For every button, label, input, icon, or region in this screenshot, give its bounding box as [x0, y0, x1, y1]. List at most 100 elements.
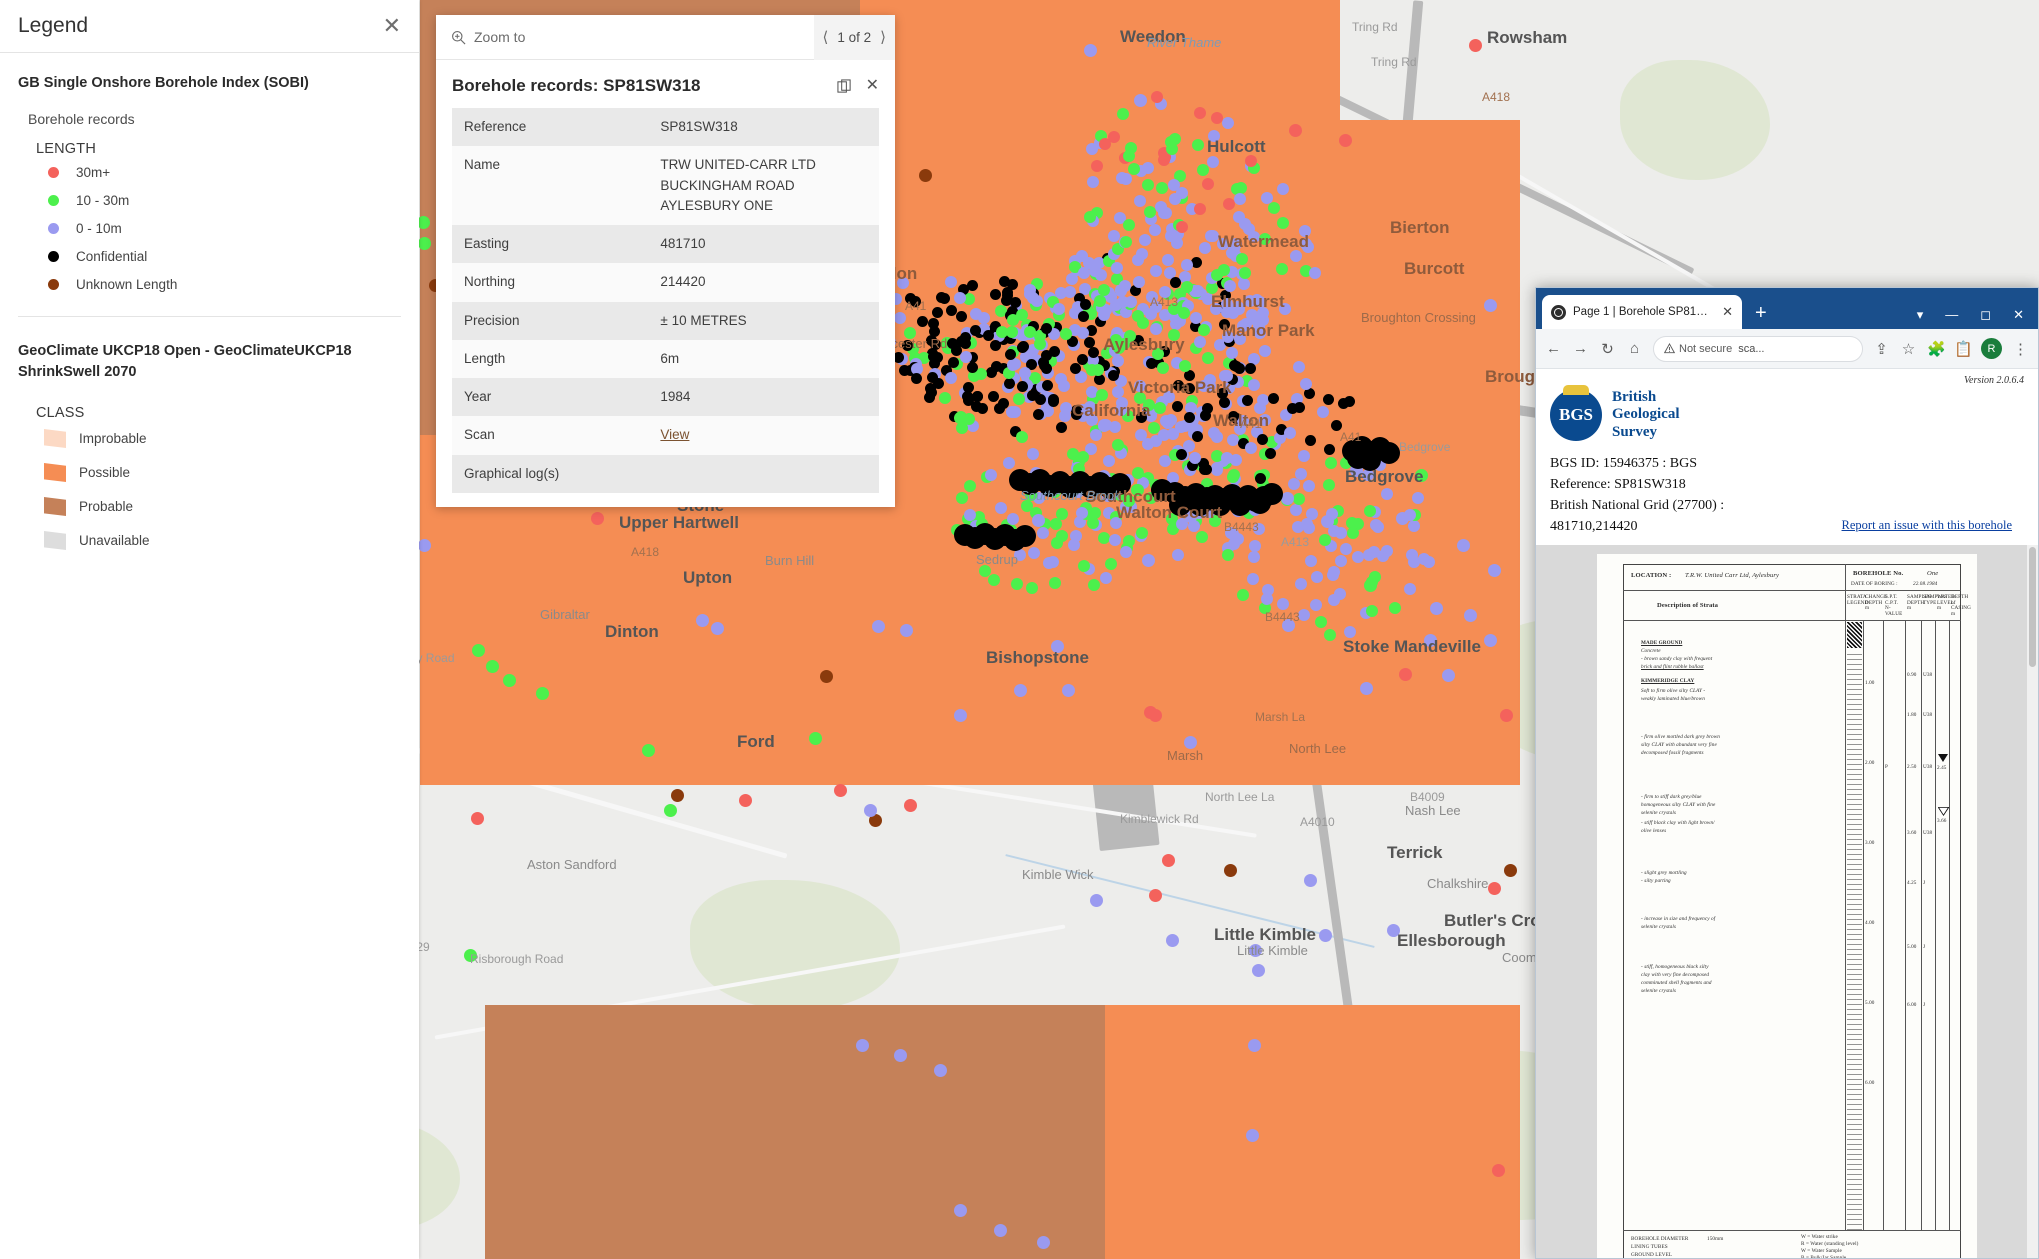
- borehole-point[interactable]: [1251, 963, 1265, 977]
- borehole-point[interactable]: [1303, 873, 1317, 887]
- borehole-point[interactable]: [1156, 361, 1169, 374]
- borehole-point[interactable]: [1245, 154, 1258, 167]
- borehole-point[interactable]: [1247, 1038, 1261, 1052]
- borehole-point[interactable]: [1088, 346, 1100, 358]
- borehole-point[interactable]: [1169, 494, 1191, 516]
- shrinkswell-tile[interactable]: [1105, 1005, 1520, 1259]
- borehole-point[interactable]: [928, 326, 940, 338]
- borehole-point[interactable]: [944, 275, 957, 288]
- borehole-point[interactable]: [485, 659, 499, 673]
- borehole-point[interactable]: [1042, 556, 1055, 569]
- borehole-point[interactable]: [1175, 449, 1187, 461]
- borehole-point[interactable]: [1089, 893, 1103, 907]
- borehole-point[interactable]: [470, 811, 484, 825]
- borehole-point[interactable]: [1178, 359, 1191, 372]
- borehole-point[interactable]: [1124, 295, 1137, 308]
- chevron-left-icon[interactable]: ⟨: [823, 28, 829, 46]
- borehole-point[interactable]: [1347, 447, 1369, 469]
- borehole-point[interactable]: [1054, 373, 1067, 386]
- borehole-point[interactable]: [590, 511, 604, 525]
- borehole-point[interactable]: [1276, 217, 1289, 230]
- borehole-point[interactable]: [1238, 217, 1251, 230]
- borehole-point[interactable]: [1318, 534, 1331, 547]
- borehole-point[interactable]: [1217, 387, 1229, 399]
- scan-viewport[interactable]: LOCATION : T.R.W. United Carr Ltd, Ayles…: [1536, 545, 2038, 1258]
- scrollbar-thumb[interactable]: [2029, 547, 2036, 667]
- borehole-point[interactable]: [955, 310, 967, 322]
- borehole-point[interactable]: [1097, 418, 1110, 431]
- borehole-point[interactable]: [893, 312, 906, 325]
- borehole-point[interactable]: [1483, 633, 1497, 647]
- borehole-point[interactable]: [1205, 282, 1218, 295]
- borehole-point[interactable]: [893, 1048, 907, 1062]
- borehole-point[interactable]: [898, 364, 910, 376]
- borehole-point[interactable]: [948, 357, 959, 369]
- borehole-point[interactable]: [1229, 494, 1251, 516]
- shrinkswell-tile[interactable]: [485, 1005, 1105, 1259]
- plus-icon[interactable]: +: [1755, 303, 1767, 323]
- borehole-point[interactable]: [1169, 192, 1182, 205]
- borehole-point[interactable]: [1143, 398, 1156, 411]
- puzzle-piece-icon[interactable]: 🧩: [1927, 340, 1946, 358]
- borehole-point[interactable]: [1241, 394, 1253, 406]
- borehole-point[interactable]: [936, 291, 948, 303]
- borehole-point[interactable]: [1254, 295, 1267, 308]
- borehole-point[interactable]: [1276, 598, 1289, 611]
- borehole-point[interactable]: [1204, 379, 1217, 392]
- borehole-point[interactable]: [1249, 492, 1271, 514]
- borehole-point[interactable]: [1042, 379, 1054, 391]
- borehole-point[interactable]: [1142, 178, 1155, 191]
- borehole-point[interactable]: [1065, 272, 1078, 285]
- borehole-point[interactable]: [1149, 223, 1162, 236]
- home-icon[interactable]: ⌂: [1626, 340, 1643, 357]
- borehole-point[interactable]: [960, 350, 973, 363]
- borehole-point[interactable]: [1197, 163, 1210, 176]
- borehole-point[interactable]: [1166, 428, 1179, 441]
- borehole-point[interactable]: [1161, 853, 1175, 867]
- borehole-point[interactable]: [1191, 139, 1204, 152]
- minimize-icon[interactable]: —: [1945, 308, 1958, 321]
- borehole-point[interactable]: [1176, 220, 1189, 233]
- borehole-point[interactable]: [1456, 538, 1470, 552]
- borehole-point[interactable]: [1277, 182, 1290, 195]
- borehole-point[interactable]: [1193, 202, 1206, 215]
- borehole-point[interactable]: [953, 1203, 967, 1217]
- borehole-point[interactable]: [1303, 479, 1316, 492]
- borehole-point[interactable]: [1069, 362, 1081, 374]
- borehole-point[interactable]: [1403, 582, 1416, 595]
- borehole-point[interactable]: [1378, 442, 1400, 464]
- borehole-point[interactable]: [911, 372, 923, 384]
- borehole-point[interactable]: [417, 538, 431, 552]
- borehole-point[interactable]: [1248, 540, 1261, 553]
- borehole-point[interactable]: [1198, 242, 1211, 255]
- borehole-point[interactable]: [1276, 262, 1289, 275]
- borehole-point[interactable]: [1006, 513, 1019, 526]
- borehole-point[interactable]: [1298, 449, 1311, 462]
- scan-scrollbar[interactable]: [2027, 545, 2038, 1258]
- borehole-point[interactable]: [1122, 218, 1135, 231]
- borehole-point[interactable]: [1165, 933, 1179, 947]
- report-issue-link[interactable]: Report an issue with this borehole: [1842, 516, 2012, 535]
- borehole-point[interactable]: [1352, 550, 1365, 563]
- borehole-point[interactable]: [1131, 483, 1144, 496]
- close-icon[interactable]: ✕: [383, 15, 401, 37]
- borehole-point[interactable]: [905, 292, 917, 304]
- dock-panel-icon[interactable]: [837, 78, 852, 94]
- maximize-icon[interactable]: ◻: [1980, 308, 1991, 321]
- scan-view-link[interactable]: View: [660, 427, 689, 442]
- borehole-point[interactable]: [1245, 441, 1258, 454]
- borehole-point[interactable]: [1235, 252, 1248, 265]
- collections-icon[interactable]: 📋: [1954, 340, 1973, 358]
- borehole-point[interactable]: [1294, 578, 1307, 591]
- borehole-point[interactable]: [1367, 546, 1380, 559]
- borehole-point[interactable]: [1211, 430, 1224, 443]
- borehole-point[interactable]: [1231, 301, 1244, 313]
- borehole-point[interactable]: [1223, 863, 1237, 877]
- borehole-point[interactable]: [1441, 668, 1455, 682]
- borehole-point[interactable]: [1286, 402, 1298, 414]
- borehole-point[interactable]: [1108, 369, 1120, 381]
- reload-icon[interactable]: ↻: [1599, 340, 1616, 358]
- borehole-point[interactable]: [663, 803, 677, 817]
- borehole-point[interactable]: [1221, 116, 1234, 129]
- borehole-point[interactable]: [1034, 394, 1046, 406]
